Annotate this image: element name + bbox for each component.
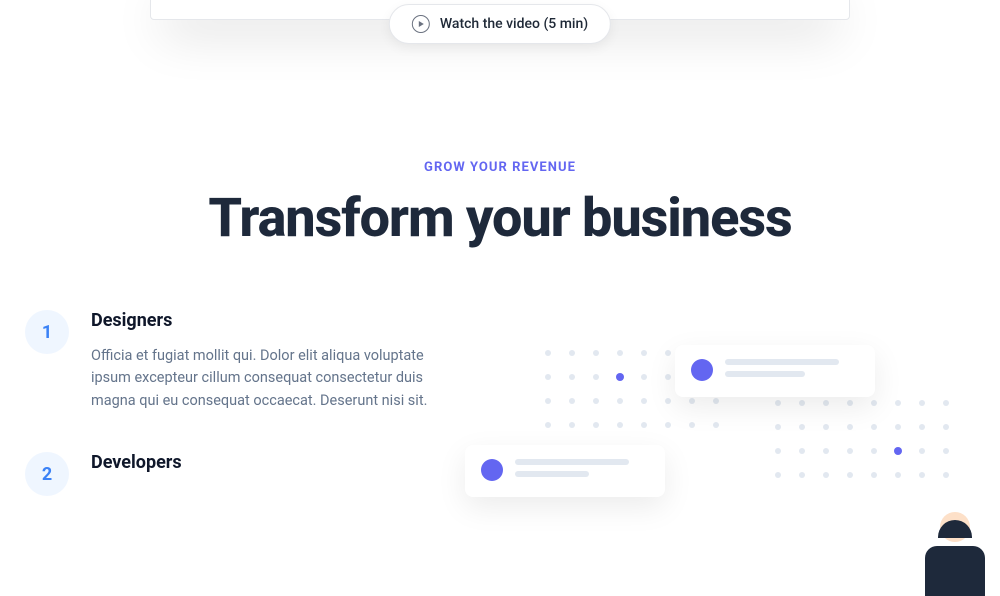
feature-item: 1 Designers Officia et fugiat mollit qui… xyxy=(25,310,435,412)
feature-title: Developers xyxy=(91,452,182,473)
section-eyebrow: GROW YOUR REVENUE xyxy=(0,160,1000,175)
section-heading: Transform your business xyxy=(0,187,1000,250)
feature-number-badge: 2 xyxy=(25,452,69,496)
feature-body: Officia et fugiat mollit qui. Dolor elit… xyxy=(91,345,435,412)
features-illustration xyxy=(475,310,975,536)
feature-title: Designers xyxy=(91,310,435,331)
section-header: GROW YOUR REVENUE Transform your busines… xyxy=(0,160,1000,250)
watch-video-button[interactable]: Watch the video (5 min) xyxy=(389,4,611,44)
feature-number-badge: 1 xyxy=(25,310,69,354)
features-row: 1 Designers Officia et fugiat mollit qui… xyxy=(0,310,1000,536)
features-list: 1 Designers Officia et fugiat mollit qui… xyxy=(25,310,435,536)
play-icon xyxy=(412,15,430,33)
feature-item: 2 Developers xyxy=(25,452,435,496)
dot-grid xyxy=(775,400,949,478)
illustration-card xyxy=(675,345,875,397)
person-illustration xyxy=(925,520,985,596)
watch-video-label: Watch the video (5 min) xyxy=(440,16,588,32)
card-dot-icon xyxy=(481,459,503,481)
illustration-card xyxy=(465,445,665,497)
card-dot-icon xyxy=(691,359,713,381)
hero-media-bottom: Watch the video (5 min) xyxy=(150,0,850,50)
